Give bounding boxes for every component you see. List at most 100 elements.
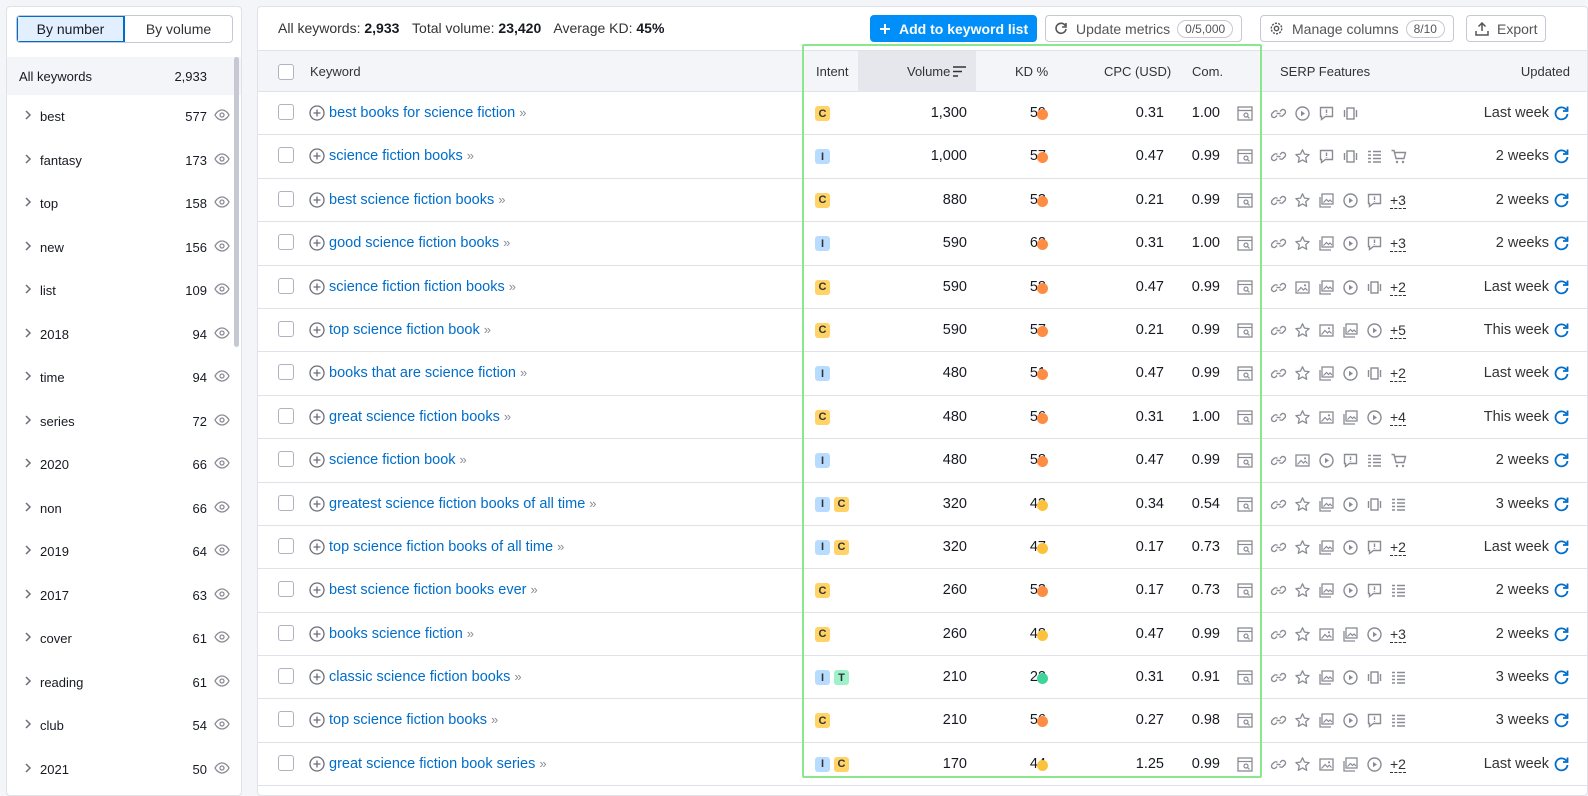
keyword-group-item[interactable]: fantasy 173 xyxy=(7,139,241,183)
chevron-right-icon[interactable] xyxy=(22,631,34,643)
double-chevron-icon[interactable]: » xyxy=(539,756,546,771)
refresh-icon[interactable] xyxy=(1553,279,1570,296)
serp-preview-icon[interactable] xyxy=(1237,627,1253,642)
add-circle-icon[interactable] xyxy=(309,409,325,425)
eye-icon[interactable] xyxy=(214,761,230,774)
sort-descending-icon[interactable] xyxy=(953,66,966,77)
intent-column-header[interactable]: Intent xyxy=(816,64,849,79)
keyword-group-item[interactable]: 2020 66 xyxy=(7,443,241,487)
chevron-right-icon[interactable] xyxy=(22,153,34,165)
row-checkbox[interactable] xyxy=(278,451,294,468)
double-chevron-icon[interactable]: » xyxy=(589,496,596,511)
refresh-icon[interactable] xyxy=(1553,626,1570,643)
eye-icon[interactable] xyxy=(214,500,230,513)
eye-icon[interactable] xyxy=(214,326,230,339)
add-circle-icon[interactable] xyxy=(309,322,325,338)
serp-preview-icon[interactable] xyxy=(1237,236,1253,251)
kd-column-header[interactable]: KD % xyxy=(1015,64,1048,79)
chevron-right-icon[interactable] xyxy=(22,588,34,600)
keyword-link[interactable]: books science fiction » xyxy=(329,626,474,642)
row-checkbox[interactable] xyxy=(278,277,294,294)
chevron-right-icon[interactable] xyxy=(22,544,34,556)
double-chevron-icon[interactable]: » xyxy=(519,105,526,120)
double-chevron-icon[interactable]: » xyxy=(460,452,467,467)
row-checkbox[interactable] xyxy=(278,537,294,554)
chevron-right-icon[interactable] xyxy=(22,283,34,295)
serp-preview-icon[interactable] xyxy=(1237,279,1253,295)
add-to-keyword-list-button[interactable]: Add to keyword list xyxy=(870,15,1038,42)
keyword-group-item[interactable]: list 109 xyxy=(7,269,241,313)
update-metrics-button[interactable]: Update metrics 0/5,000 xyxy=(1045,15,1243,42)
keyword-link[interactable]: top science fiction books of all time» xyxy=(329,539,564,555)
cpc-column-header[interactable]: CPC (USD) xyxy=(1104,64,1171,79)
eye-icon[interactable] xyxy=(214,196,230,208)
row-checkbox[interactable] xyxy=(278,754,294,771)
double-chevron-icon[interactable]: » xyxy=(509,279,516,294)
double-chevron-icon[interactable]: » xyxy=(557,539,564,554)
more-serp-features-link[interactable]: +3 xyxy=(1390,192,1406,209)
add-circle-icon[interactable] xyxy=(309,756,325,772)
double-chevron-icon[interactable]: » xyxy=(514,669,521,684)
row-checkbox[interactable] xyxy=(278,624,294,641)
keyword-group-item[interactable]: non 66 xyxy=(7,487,241,531)
eye-icon[interactable] xyxy=(214,109,230,121)
add-circle-icon[interactable] xyxy=(309,495,325,512)
serp-preview-icon[interactable] xyxy=(1237,453,1253,468)
keyword-group-item[interactable]: best 577 xyxy=(7,95,241,139)
keyword-link[interactable]: greatest science fiction books of all ti… xyxy=(329,496,597,512)
by-number-button[interactable]: By number xyxy=(17,16,125,42)
keyword-link[interactable]: great science fiction book series» xyxy=(329,756,547,772)
eye-icon[interactable] xyxy=(214,283,230,295)
serp-preview-icon[interactable] xyxy=(1237,713,1253,729)
serp-preview-icon[interactable] xyxy=(1237,670,1253,685)
chevron-right-icon[interactable] xyxy=(22,196,34,208)
add-circle-icon[interactable] xyxy=(309,105,325,121)
serp-preview-icon[interactable] xyxy=(1237,149,1253,165)
row-checkbox[interactable] xyxy=(278,581,294,598)
eye-icon[interactable] xyxy=(214,718,230,730)
serp-preview-icon[interactable] xyxy=(1237,583,1253,598)
keyword-group-item[interactable]: new 156 xyxy=(7,226,241,270)
manage-columns-button[interactable]: Manage columns 8/10 xyxy=(1260,15,1454,42)
add-circle-icon[interactable] xyxy=(309,626,325,642)
eye-icon[interactable] xyxy=(214,413,230,426)
more-serp-features-link[interactable]: +2 xyxy=(1390,279,1406,296)
double-chevron-icon[interactable]: » xyxy=(484,322,491,337)
double-chevron-icon[interactable]: » xyxy=(503,235,510,250)
refresh-icon[interactable] xyxy=(1553,322,1570,339)
keyword-link[interactable]: top science fiction book » xyxy=(329,322,491,338)
more-serp-features-link[interactable]: +2 xyxy=(1390,756,1406,773)
keyword-link[interactable]: books that are science fiction » xyxy=(329,365,527,381)
more-serp-features-link[interactable]: +2 xyxy=(1390,539,1406,556)
double-chevron-icon[interactable]: » xyxy=(491,712,498,727)
eye-icon[interactable] xyxy=(214,544,230,556)
refresh-icon[interactable] xyxy=(1553,235,1570,252)
keyword-group-item[interactable]: series 72 xyxy=(7,400,241,444)
add-circle-icon[interactable] xyxy=(309,452,325,468)
sidebar-scrollbar[interactable] xyxy=(234,57,239,347)
eye-icon[interactable] xyxy=(214,457,230,469)
keyword-link[interactable]: great science fiction books » xyxy=(329,409,511,425)
keyword-group-item[interactable]: club 54 xyxy=(7,704,241,748)
refresh-icon[interactable] xyxy=(1553,192,1570,209)
chevron-right-icon[interactable] xyxy=(22,240,34,252)
volume-column-header[interactable]: Volume xyxy=(907,64,950,79)
serp-features-column-header[interactable]: SERP Features xyxy=(1280,64,1370,79)
more-serp-features-link[interactable]: +2 xyxy=(1390,365,1406,383)
keyword-link[interactable]: science fiction fiction books » xyxy=(329,279,516,295)
add-circle-icon[interactable] xyxy=(309,539,325,555)
keyword-group-item[interactable]: 2019 64 xyxy=(7,530,241,574)
refresh-icon[interactable] xyxy=(1553,365,1570,382)
refresh-icon[interactable] xyxy=(1553,105,1570,122)
chevron-right-icon[interactable] xyxy=(22,762,34,774)
row-checkbox[interactable] xyxy=(278,668,294,685)
serp-preview-icon[interactable] xyxy=(1237,496,1253,512)
keyword-link[interactable]: classic science fiction books» xyxy=(329,669,522,685)
chevron-right-icon[interactable] xyxy=(22,414,34,426)
keyword-group-item[interactable]: reading 61 xyxy=(7,661,241,705)
keyword-link[interactable]: best books for science fiction» xyxy=(329,105,526,121)
keyword-link[interactable]: best science fiction books» xyxy=(329,192,505,208)
more-serp-features-link[interactable]: +4 xyxy=(1390,409,1406,426)
chevron-right-icon[interactable] xyxy=(22,718,34,730)
double-chevron-icon[interactable]: » xyxy=(530,582,537,597)
